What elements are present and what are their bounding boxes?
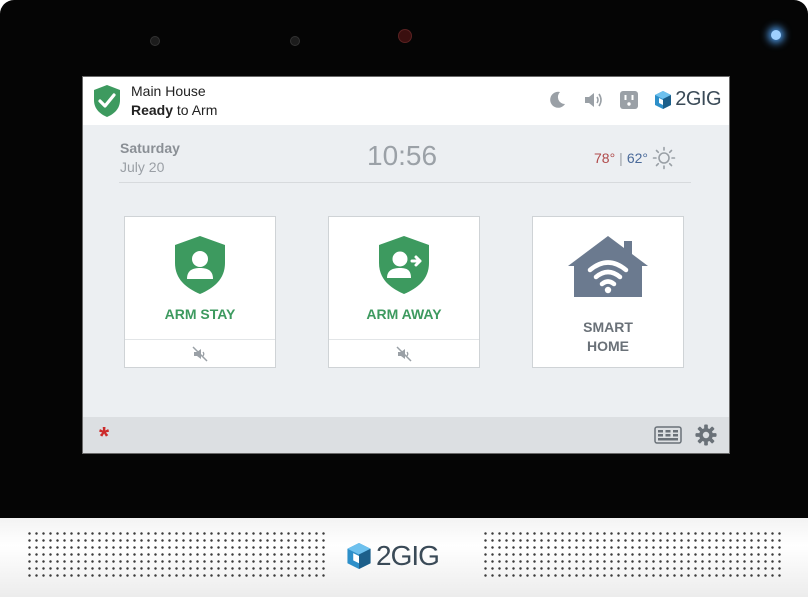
clock: 10:56 [367, 140, 438, 171]
brand-text: 2GIG [675, 88, 721, 110]
camera-sensor [290, 36, 300, 46]
temp-separator: | [619, 150, 623, 166]
status-icons: 2GIG [546, 88, 721, 111]
camera-sensor [150, 36, 160, 46]
arm-away-mute-toggle[interactable] [329, 339, 479, 367]
brand-logo: 2GIG [654, 88, 721, 111]
temp-high: 78° [594, 150, 616, 166]
outlet-icon[interactable] [618, 89, 640, 111]
bottom-bar: * [83, 417, 729, 453]
location-name: Main House [131, 83, 206, 99]
arm-stay-button[interactable]: ARM STAY [124, 216, 276, 368]
sun-icon [652, 146, 676, 170]
day-label: Saturday [120, 140, 180, 156]
speaker-grille-left [26, 530, 326, 580]
moon-icon[interactable] [546, 89, 568, 111]
keypad-icon[interactable] [654, 426, 682, 444]
arm-stay-label: ARM STAY [164, 306, 236, 322]
panic-button[interactable]: * [99, 423, 109, 449]
smart-home-wifi-icon [568, 236, 648, 297]
security-panel-device: Main House Ready to Arm 2GIG Saturday Ju… [0, 0, 808, 597]
arm-away-button[interactable]: ARM AWAY [328, 216, 480, 368]
divider [119, 182, 691, 183]
arm-status-rest: to Arm [173, 102, 218, 118]
mute-icon [396, 345, 412, 362]
date-label: July 20 [120, 159, 165, 175]
shield-user-leave-icon [379, 236, 429, 294]
cube-logo-icon [347, 543, 371, 569]
arm-stay-mute-toggle[interactable] [125, 339, 275, 367]
touch-screen: Main House Ready to Arm 2GIG Saturday Ju… [82, 76, 730, 454]
cube-logo-icon [655, 90, 672, 109]
shield-user-icon [175, 236, 225, 294]
weather[interactable]: 78° | 62° [594, 146, 676, 170]
camera-lens [398, 29, 412, 43]
smart-home-button[interactable]: SMART HOME [532, 216, 684, 368]
device-brand-logo: 2GIG [346, 540, 440, 572]
smart-home-label-line1: SMART [583, 319, 633, 335]
smart-home-label-line2: HOME [587, 338, 629, 354]
check-shield-icon [94, 85, 120, 117]
status-bar: Main House Ready to Arm 2GIG [83, 77, 729, 125]
device-brand-text: 2GIG [376, 540, 440, 571]
mute-icon [192, 345, 208, 362]
arm-status-bold: Ready [131, 102, 174, 118]
speaker-grille-right [482, 530, 782, 580]
arm-status: Ready to Arm [131, 102, 217, 118]
status-led [771, 30, 781, 40]
arm-away-label: ARM AWAY [366, 306, 442, 322]
temp-low: 62° [626, 150, 648, 166]
speaker-icon[interactable] [582, 89, 604, 111]
gear-icon[interactable] [695, 424, 717, 446]
